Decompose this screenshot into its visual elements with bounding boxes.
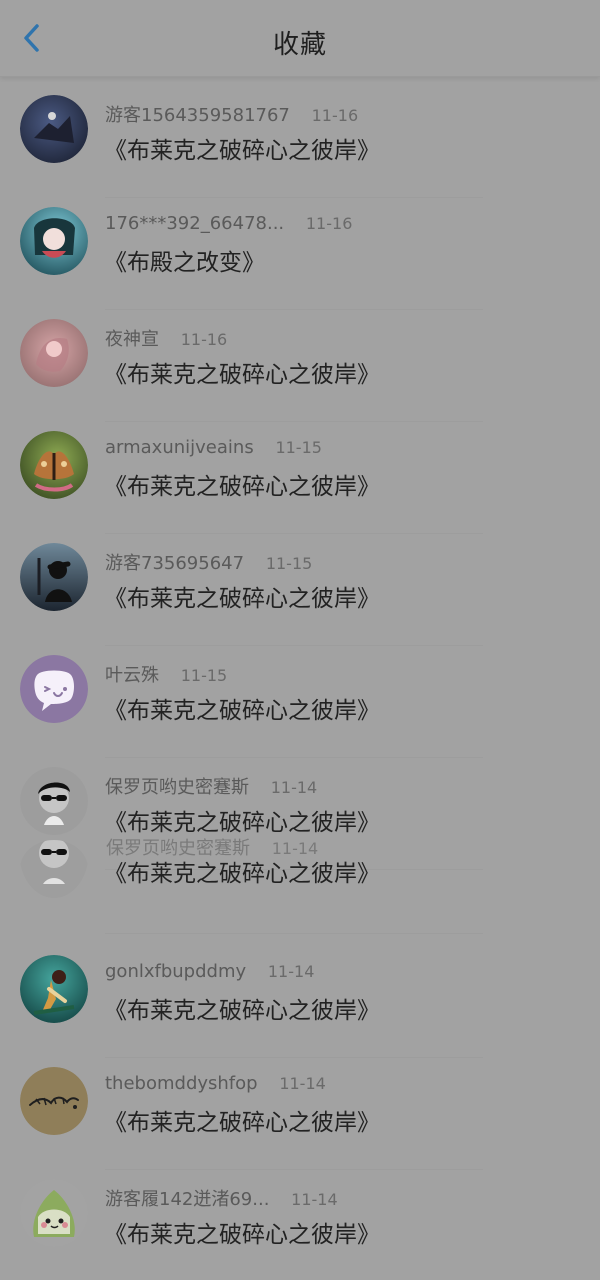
book-title[interactable]: 《布莱克之破碎心之彼岸》 — [104, 1215, 380, 1249]
avatar[interactable] — [20, 767, 88, 835]
book-title[interactable]: 《布莱克之破碎心之彼岸》 — [104, 1103, 380, 1137]
username-text: 176***392_66478... — [105, 213, 285, 234]
avatar[interactable] — [20, 840, 88, 898]
avatar[interactable] — [20, 655, 88, 723]
username-text: 夜神宣 — [105, 329, 159, 350]
list-item[interactable]: 夜神宣 11-16 《布莱克之破碎心之彼岸》 — [0, 310, 600, 422]
list-item[interactable]: 游客735695647 11-15 《布莱克之破碎心之彼岸》 — [0, 534, 600, 646]
list-item[interactable]: 176***392_66478... 11-16 《布殿之改变》 — [0, 198, 600, 310]
book-title[interactable]: 《布莱克之破碎心之彼岸》 — [104, 991, 380, 1025]
avatar[interactable] — [20, 1067, 88, 1135]
username-text: 游客履142迸渚69... — [105, 1189, 270, 1210]
username: 游客1564359581767 11-16 — [105, 101, 358, 127]
list-item[interactable]: 叶云殊 11-15 《布莱克之破碎心之彼岸》 — [0, 646, 600, 758]
divider — [105, 933, 483, 934]
time-text: 11-15 — [275, 438, 322, 457]
username: 游客735695647 11-15 — [105, 549, 312, 575]
book-title[interactable]: 《布莱克之破碎心之彼岸》 — [104, 355, 380, 389]
avatar[interactable] — [20, 955, 88, 1023]
time-text: 11-16 — [305, 214, 353, 233]
time-text: 11-16 — [180, 330, 228, 349]
list-item[interactable]: armaxunijveains 11-15 《布莱克之破碎心之彼岸》 — [0, 422, 600, 534]
list-item[interactable]: 游客履142迸渚69... 11-14 《布莱克之破碎心之彼岸》 — [0, 1170, 600, 1280]
book-title[interactable]: 《布莱克之破碎心之彼岸》 — [104, 854, 380, 888]
list-item[interactable]: thebomddyshfop 11-14 《布莱克之破碎心之彼岸》 — [0, 1058, 600, 1170]
username: 176***392_66478... 11-16 — [105, 213, 352, 234]
book-title[interactable]: 《布莱克之破碎心之彼岸》 — [104, 803, 380, 837]
time-text: 11-14 — [270, 778, 318, 797]
header-bar: 收藏 — [0, 0, 600, 77]
time-text: 11-16 — [311, 106, 359, 125]
time-text: 11-14 — [267, 962, 315, 981]
username: gonlxfbupddmy 11-14 — [105, 961, 314, 982]
username-text: thebomddyshfop — [105, 1073, 258, 1094]
avatar[interactable] — [20, 1179, 88, 1247]
username: 保罗页哟史密蹇斯 11-14 — [105, 773, 317, 799]
page-title: 收藏 — [272, 30, 327, 60]
book-title[interactable]: 《布莱克之破碎心之彼岸》 — [104, 579, 380, 613]
favorites-list: 游客1564359581767 11-16 《布莱克之破碎心之彼岸》 176**… — [0, 76, 600, 1280]
time-text: 11-15 — [180, 666, 228, 685]
avatar[interactable] — [20, 319, 88, 387]
list-item[interactable]: 保罗页哟史密蹇斯 11-14 《布莱克之破碎心之彼岸》 — [0, 838, 600, 934]
username: 夜神宣 11-16 — [105, 325, 227, 351]
time-text: 11-14 — [279, 1074, 326, 1093]
avatar[interactable] — [20, 95, 88, 163]
username-text: 叶云殊 — [105, 665, 159, 686]
username-text: 游客735695647 — [105, 553, 245, 574]
username-text: gonlxfbupddmy — [105, 961, 247, 982]
book-title[interactable]: 《布莱克之破碎心之彼岸》 — [104, 131, 380, 165]
username: 叶云殊 11-15 — [105, 661, 227, 687]
avatar[interactable] — [20, 543, 88, 611]
username: 游客履142迸渚69... 11-14 — [105, 1185, 338, 1211]
time-text: 11-14 — [291, 1190, 338, 1209]
username: armaxunijveains 11-15 — [105, 437, 322, 458]
username: thebomddyshfop 11-14 — [105, 1073, 326, 1094]
time-text: 11-15 — [265, 554, 313, 573]
avatar[interactable] — [20, 431, 88, 499]
book-title[interactable]: 《布殿之改变》 — [104, 243, 265, 277]
book-title[interactable]: 《布莱克之破碎心之彼岸》 — [104, 691, 380, 725]
username-text: 游客1564359581767 — [105, 105, 290, 126]
username-text: 保罗页哟史密蹇斯 — [105, 777, 249, 798]
avatar[interactable] — [20, 207, 88, 275]
favorites-screen: 收藏 游客1564359581767 11-16 《布莱克之破碎心之彼岸》 17… — [0, 0, 600, 1280]
list-item[interactable]: gonlxfbupddmy 11-14 《布莱克之破碎心之彼岸》 — [0, 946, 600, 1058]
list-item[interactable]: 游客1564359581767 11-16 《布莱克之破碎心之彼岸》 — [0, 86, 600, 198]
username-text: armaxunijveains — [105, 437, 254, 458]
book-title[interactable]: 《布莱克之破碎心之彼岸》 — [104, 467, 380, 501]
